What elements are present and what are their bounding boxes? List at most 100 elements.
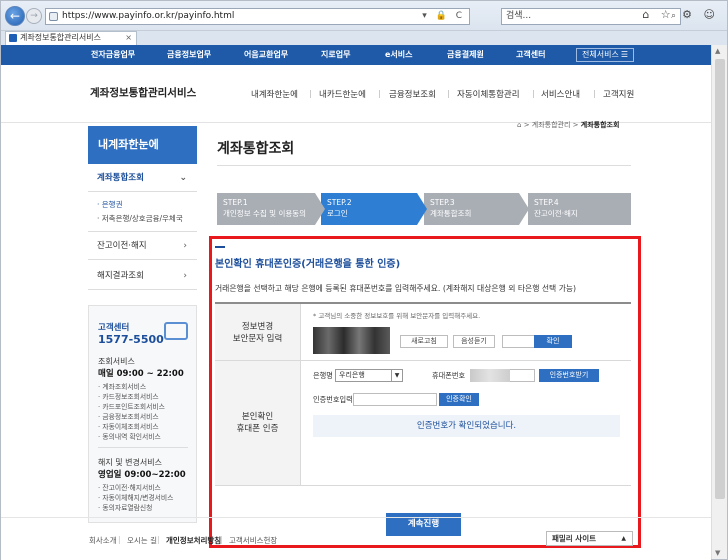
- breadcrumb: ⌂ > 계좌통합관리 > 계좌통합조회: [517, 121, 620, 129]
- code-input[interactable]: [353, 393, 437, 406]
- step-2-current: STEP.2 로그인: [321, 193, 427, 225]
- auth-section-title: 본인확인 휴대폰인증(거래은행을 통한 인증): [215, 259, 401, 270]
- scroll-thumb[interactable]: [715, 59, 725, 499]
- step-1: STEP.1 개인정보 수집 및 이용동의: [217, 193, 325, 225]
- footer-sep: |: [220, 535, 223, 544]
- sidebar-sublink-savings[interactable]: · 저축은행/상호금융/우체국: [97, 213, 183, 224]
- browser-toolbar: ← → https://www.payinfo.or.kr/payinfo.ht…: [1, 1, 727, 31]
- tab-title: 계좌정보통합관리서비스: [20, 33, 101, 42]
- phone-auth-label: 본인확인 휴대폰 인증: [215, 361, 301, 485]
- scroll-down-icon[interactable]: ▼: [715, 549, 720, 557]
- back-button[interactable]: ←: [5, 6, 25, 26]
- footer-sep: |: [118, 535, 121, 544]
- customer-center-box: 고객센터 1577-5500 조회서비스 매일 09:00 ~ 22:00 · …: [88, 305, 197, 523]
- footer-sep: |: [157, 535, 160, 544]
- header-menu-item[interactable]: 내카드한눈에: [319, 88, 366, 100]
- send-code-button[interactable]: 인증번호받기: [539, 369, 599, 382]
- footer-divider: [1, 517, 711, 518]
- step-arrow: [519, 193, 529, 225]
- cs-change-item: · 자동이체해지/변경서비스: [98, 494, 174, 502]
- step-4: STEP.4 잔고이전·해지: [528, 193, 631, 225]
- sidebar-item-balance-transfer[interactable]: 잔고이전·해지 ›: [88, 232, 197, 260]
- family-site-select[interactable]: 패밀리 사이트 ▲: [546, 531, 633, 546]
- sidebar-item-termination-result[interactable]: 해지결과조회 ›: [88, 262, 197, 290]
- url-text: https://www.payinfo.or.kr/payinfo.html: [62, 11, 235, 21]
- menu-divider: [379, 90, 380, 98]
- footer-link[interactable]: 오시는 길: [127, 535, 157, 546]
- web-page: 전자금융업무 금융정보업무 어음교환업무 지로업무 e서비스 금융결제원 고객센…: [1, 45, 711, 560]
- scroll-up-icon[interactable]: ▲: [715, 47, 720, 55]
- browser-window: ← → https://www.payinfo.or.kr/payinfo.ht…: [0, 0, 728, 560]
- divider: [98, 447, 188, 448]
- address-bar-icons[interactable]: ▾ 🔒 C: [422, 9, 465, 24]
- phone-number-label: 휴대폰번호: [432, 371, 466, 380]
- masked-phone-value: [470, 369, 510, 382]
- title-accent: [215, 246, 225, 248]
- all-services-button[interactable]: 전체서비스 ☰: [576, 48, 634, 62]
- refresh-button[interactable]: 새로고침: [400, 335, 448, 348]
- menu-divider: [310, 90, 311, 98]
- favicon-icon: [9, 34, 17, 42]
- cs-service-item: · 동의내역 확인서비스: [98, 433, 161, 441]
- cs-service-item: · 카드정보조회서비스: [98, 393, 159, 401]
- auth-description: 거래은행을 선택하고 해당 은행에 등록된 휴대폰번호를 입력해주세요. (계좌…: [215, 284, 577, 293]
- cs-title: 고객센터: [98, 323, 130, 333]
- footer-link[interactable]: 회사소개: [89, 535, 117, 546]
- page-title: 계좌통합조회: [217, 141, 295, 157]
- cs-service-hours: 매일 09:00 ~ 22:00: [98, 369, 184, 379]
- security-note: * 고객님의 소중한 정보보호를 위해 보안문자를 입력해주세요.: [313, 312, 481, 320]
- breadcrumb-current: 계좌통합조회: [580, 121, 620, 129]
- divider: [217, 165, 631, 166]
- menu-divider: [533, 90, 534, 98]
- search-placeholder: 검색...: [506, 11, 532, 21]
- browser-tool-icons[interactable]: ⌂ ☆ ⚙ ☺: [642, 8, 719, 21]
- gnb-item[interactable]: 고객센터: [516, 45, 545, 65]
- cs-change-heading: 해지 및 변경서비스: [98, 458, 162, 467]
- footer-link[interactable]: 고객서비스헌장: [229, 535, 277, 546]
- gnb-item[interactable]: 어음교환업무: [244, 45, 288, 65]
- verify-button[interactable]: 인증확인: [439, 393, 479, 406]
- breadcrumb-item[interactable]: 계좌통합관리: [532, 121, 571, 129]
- header-menu-item[interactable]: 내계좌한눈에: [251, 88, 298, 100]
- footer-link-privacy[interactable]: 개인정보처리방침: [166, 535, 221, 546]
- gnb-item[interactable]: 금융결제원: [447, 45, 484, 65]
- close-icon[interactable]: ×: [125, 32, 132, 44]
- home-icon[interactable]: ⌂: [517, 121, 521, 129]
- vertical-scrollbar[interactable]: ▲ ▼: [711, 45, 727, 559]
- cs-service-item: · 계좌조회서비스: [98, 383, 147, 391]
- cs-service-heading: 조회서비스: [98, 357, 135, 366]
- bank-select[interactable]: 우리은행 ▼: [335, 369, 403, 382]
- step-arrow: [315, 193, 325, 225]
- header-menu-item[interactable]: 자동이체통합관리: [457, 88, 520, 100]
- header-menu-item[interactable]: 금융정보조회: [389, 88, 436, 100]
- gnb-item[interactable]: e서비스: [385, 45, 413, 65]
- header-menu-item[interactable]: 서비스안내: [541, 88, 580, 100]
- cs-change-item: · 동의자료열람신청: [98, 504, 153, 512]
- chevron-right-icon: ›: [183, 241, 187, 251]
- captcha-image: [313, 327, 390, 354]
- browser-tab[interactable]: 계좌정보통합관리서비스 ×: [5, 31, 137, 45]
- site-logo[interactable]: 계좌정보통합관리서비스: [90, 85, 196, 100]
- cs-change-item: · 잔고이전·해지서비스: [98, 484, 161, 492]
- chat-icon: [164, 322, 188, 340]
- gnb-item[interactable]: 지로업무: [321, 45, 350, 65]
- forward-button[interactable]: →: [26, 8, 42, 24]
- bank-label: 은행명: [313, 371, 333, 380]
- menu-divider: [594, 90, 595, 98]
- code-label: 인증번호입력: [313, 395, 353, 404]
- captcha-confirm-button[interactable]: 확인: [534, 335, 572, 348]
- audio-button[interactable]: 음성듣기: [453, 335, 495, 348]
- header-menu-item[interactable]: 고객지원: [603, 88, 634, 100]
- tab-bar: 계좌정보통합관리서비스 ×: [1, 31, 727, 45]
- menu-divider: [448, 90, 449, 98]
- sidebar-item-account-inquiry[interactable]: 계좌통합조회 ⌄: [88, 164, 197, 192]
- gnb-item[interactable]: 금융정보업무: [167, 45, 211, 65]
- site-header: 계좌정보통합관리서비스 내계좌한눈에 내카드한눈에 금융정보조회 자동이체통합관…: [1, 65, 711, 123]
- sidebar-sublink-bank[interactable]: · 은행권: [97, 199, 122, 210]
- gnb-item[interactable]: 전자금융업무: [91, 45, 135, 65]
- cs-change-hours: 영업일 09:00~22:00: [98, 470, 186, 480]
- address-bar[interactable]: https://www.payinfo.or.kr/payinfo.html ▾…: [45, 8, 470, 25]
- menu-icon: ☰: [620, 50, 628, 59]
- cs-service-item: · 자동이체조회서비스: [98, 423, 159, 431]
- sidebar-sub-links: · 은행권 · 저축은행/상호금융/우체국: [88, 192, 197, 232]
